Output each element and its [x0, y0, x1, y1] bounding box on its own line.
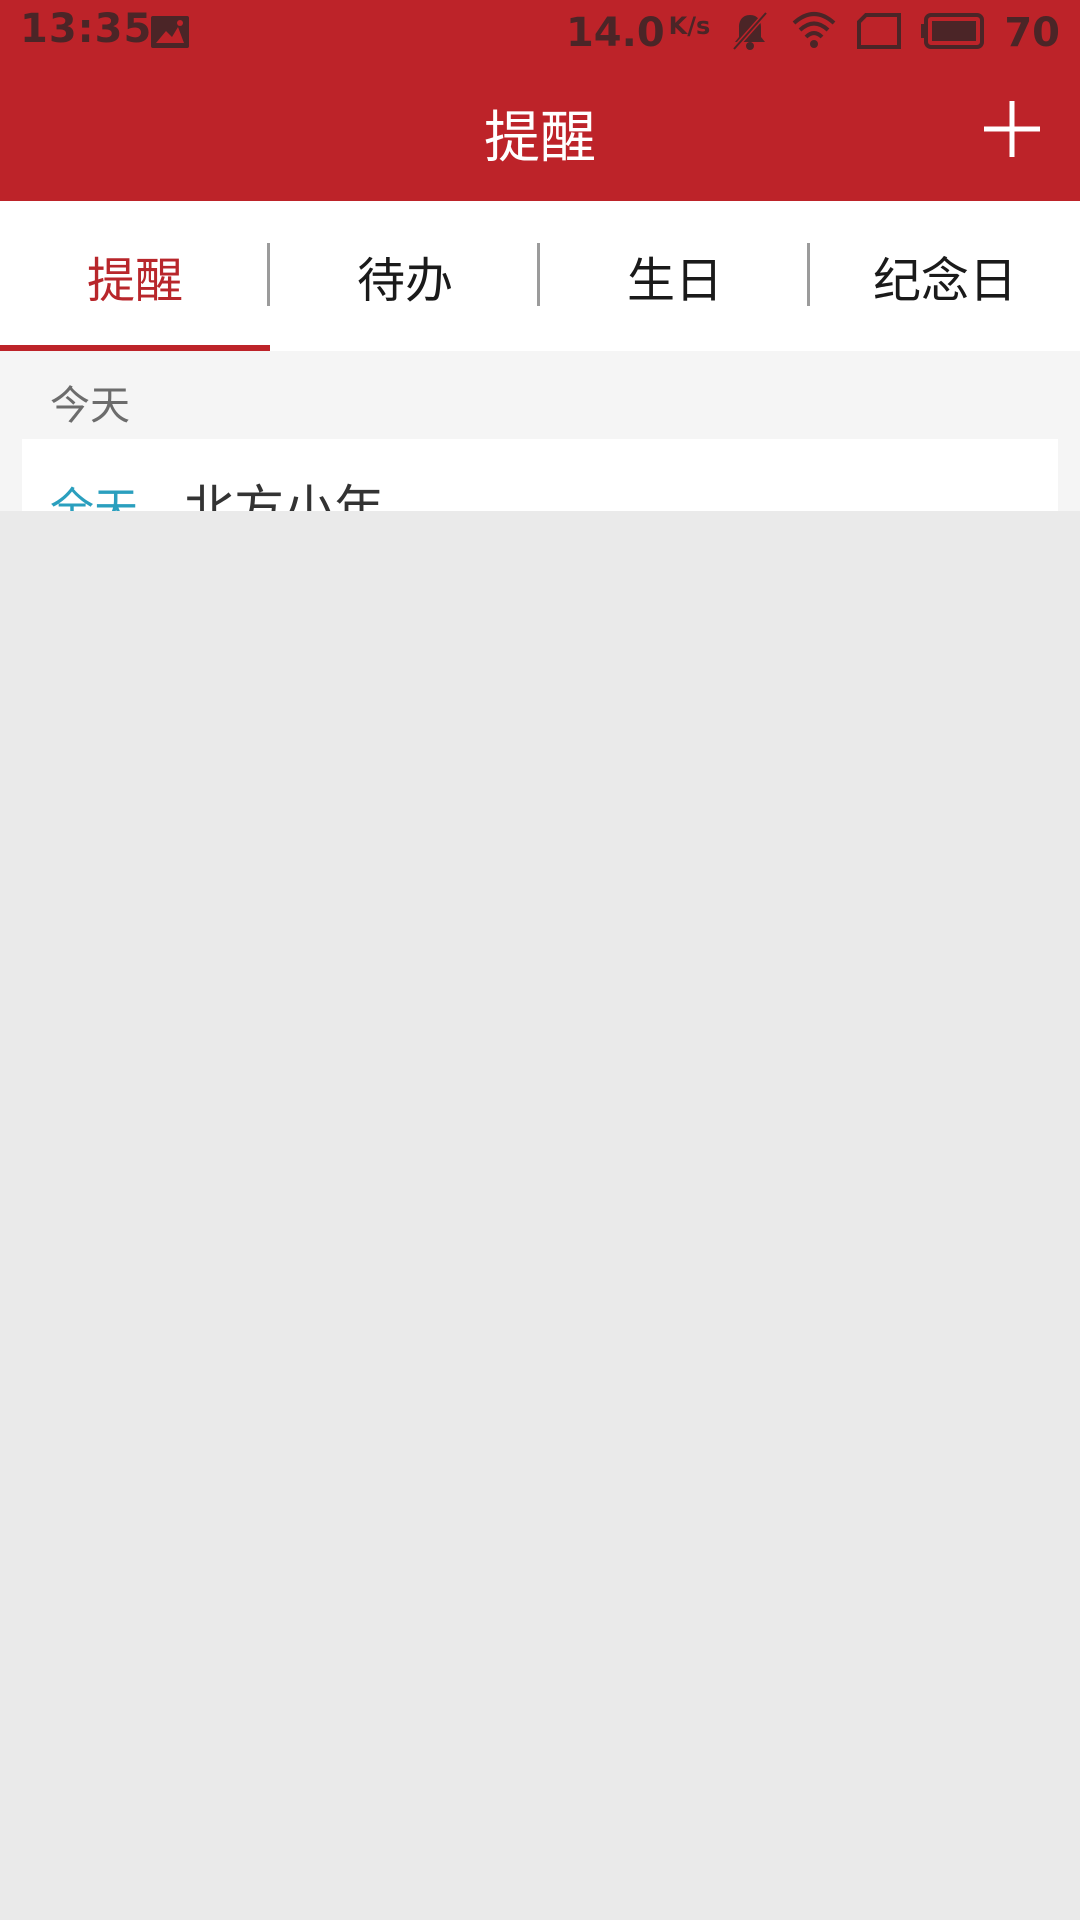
tab-label: 生日: [626, 253, 723, 309]
image-notification-icon: [150, 15, 190, 49]
status-bar: 13:35 14.0 K/s 70: [0, 0, 1080, 65]
tab-todo[interactable]: 待办: [270, 201, 540, 351]
tab-reminder[interactable]: 提醒: [0, 201, 270, 351]
section-header-today: 今天: [50, 383, 130, 429]
page-title: 提醒: [484, 106, 596, 171]
status-time: 13:35: [20, 6, 153, 52]
net-speed-value: 14.0: [565, 10, 665, 56]
net-speed-unit: K/s: [668, 12, 711, 40]
mute-icon: [728, 9, 772, 57]
tab-label: 纪念日: [872, 253, 1017, 309]
reminder-time: 全天: [50, 484, 138, 513]
loading-overlay: [0, 511, 1080, 1920]
tab-label: 提醒: [86, 253, 183, 309]
tab-label: 待办: [356, 253, 453, 309]
app-bar: 提醒: [0, 65, 1080, 201]
battery-level: 70: [1004, 10, 1060, 56]
sim-card-icon: [856, 12, 902, 54]
tab-birthday[interactable]: 生日: [540, 201, 810, 351]
reminder-title: 北方小年: [184, 480, 384, 513]
battery-icon: [920, 12, 986, 54]
tab-bar: 提醒 待办 生日 纪念日: [0, 201, 1080, 351]
tab-anniversary[interactable]: 纪念日: [810, 201, 1080, 351]
list-item[interactable]: 全天 北方小年: [22, 439, 1058, 513]
net-speed: 14.0 K/s: [566, 10, 710, 56]
status-right: 14.0 K/s 70: [566, 6, 1060, 60]
reminder-list: 今天 全天 北方小年: [0, 351, 1080, 513]
add-reminder-button[interactable]: [972, 89, 1052, 169]
wifi-icon: [790, 9, 838, 57]
plus-icon: [984, 101, 1040, 157]
